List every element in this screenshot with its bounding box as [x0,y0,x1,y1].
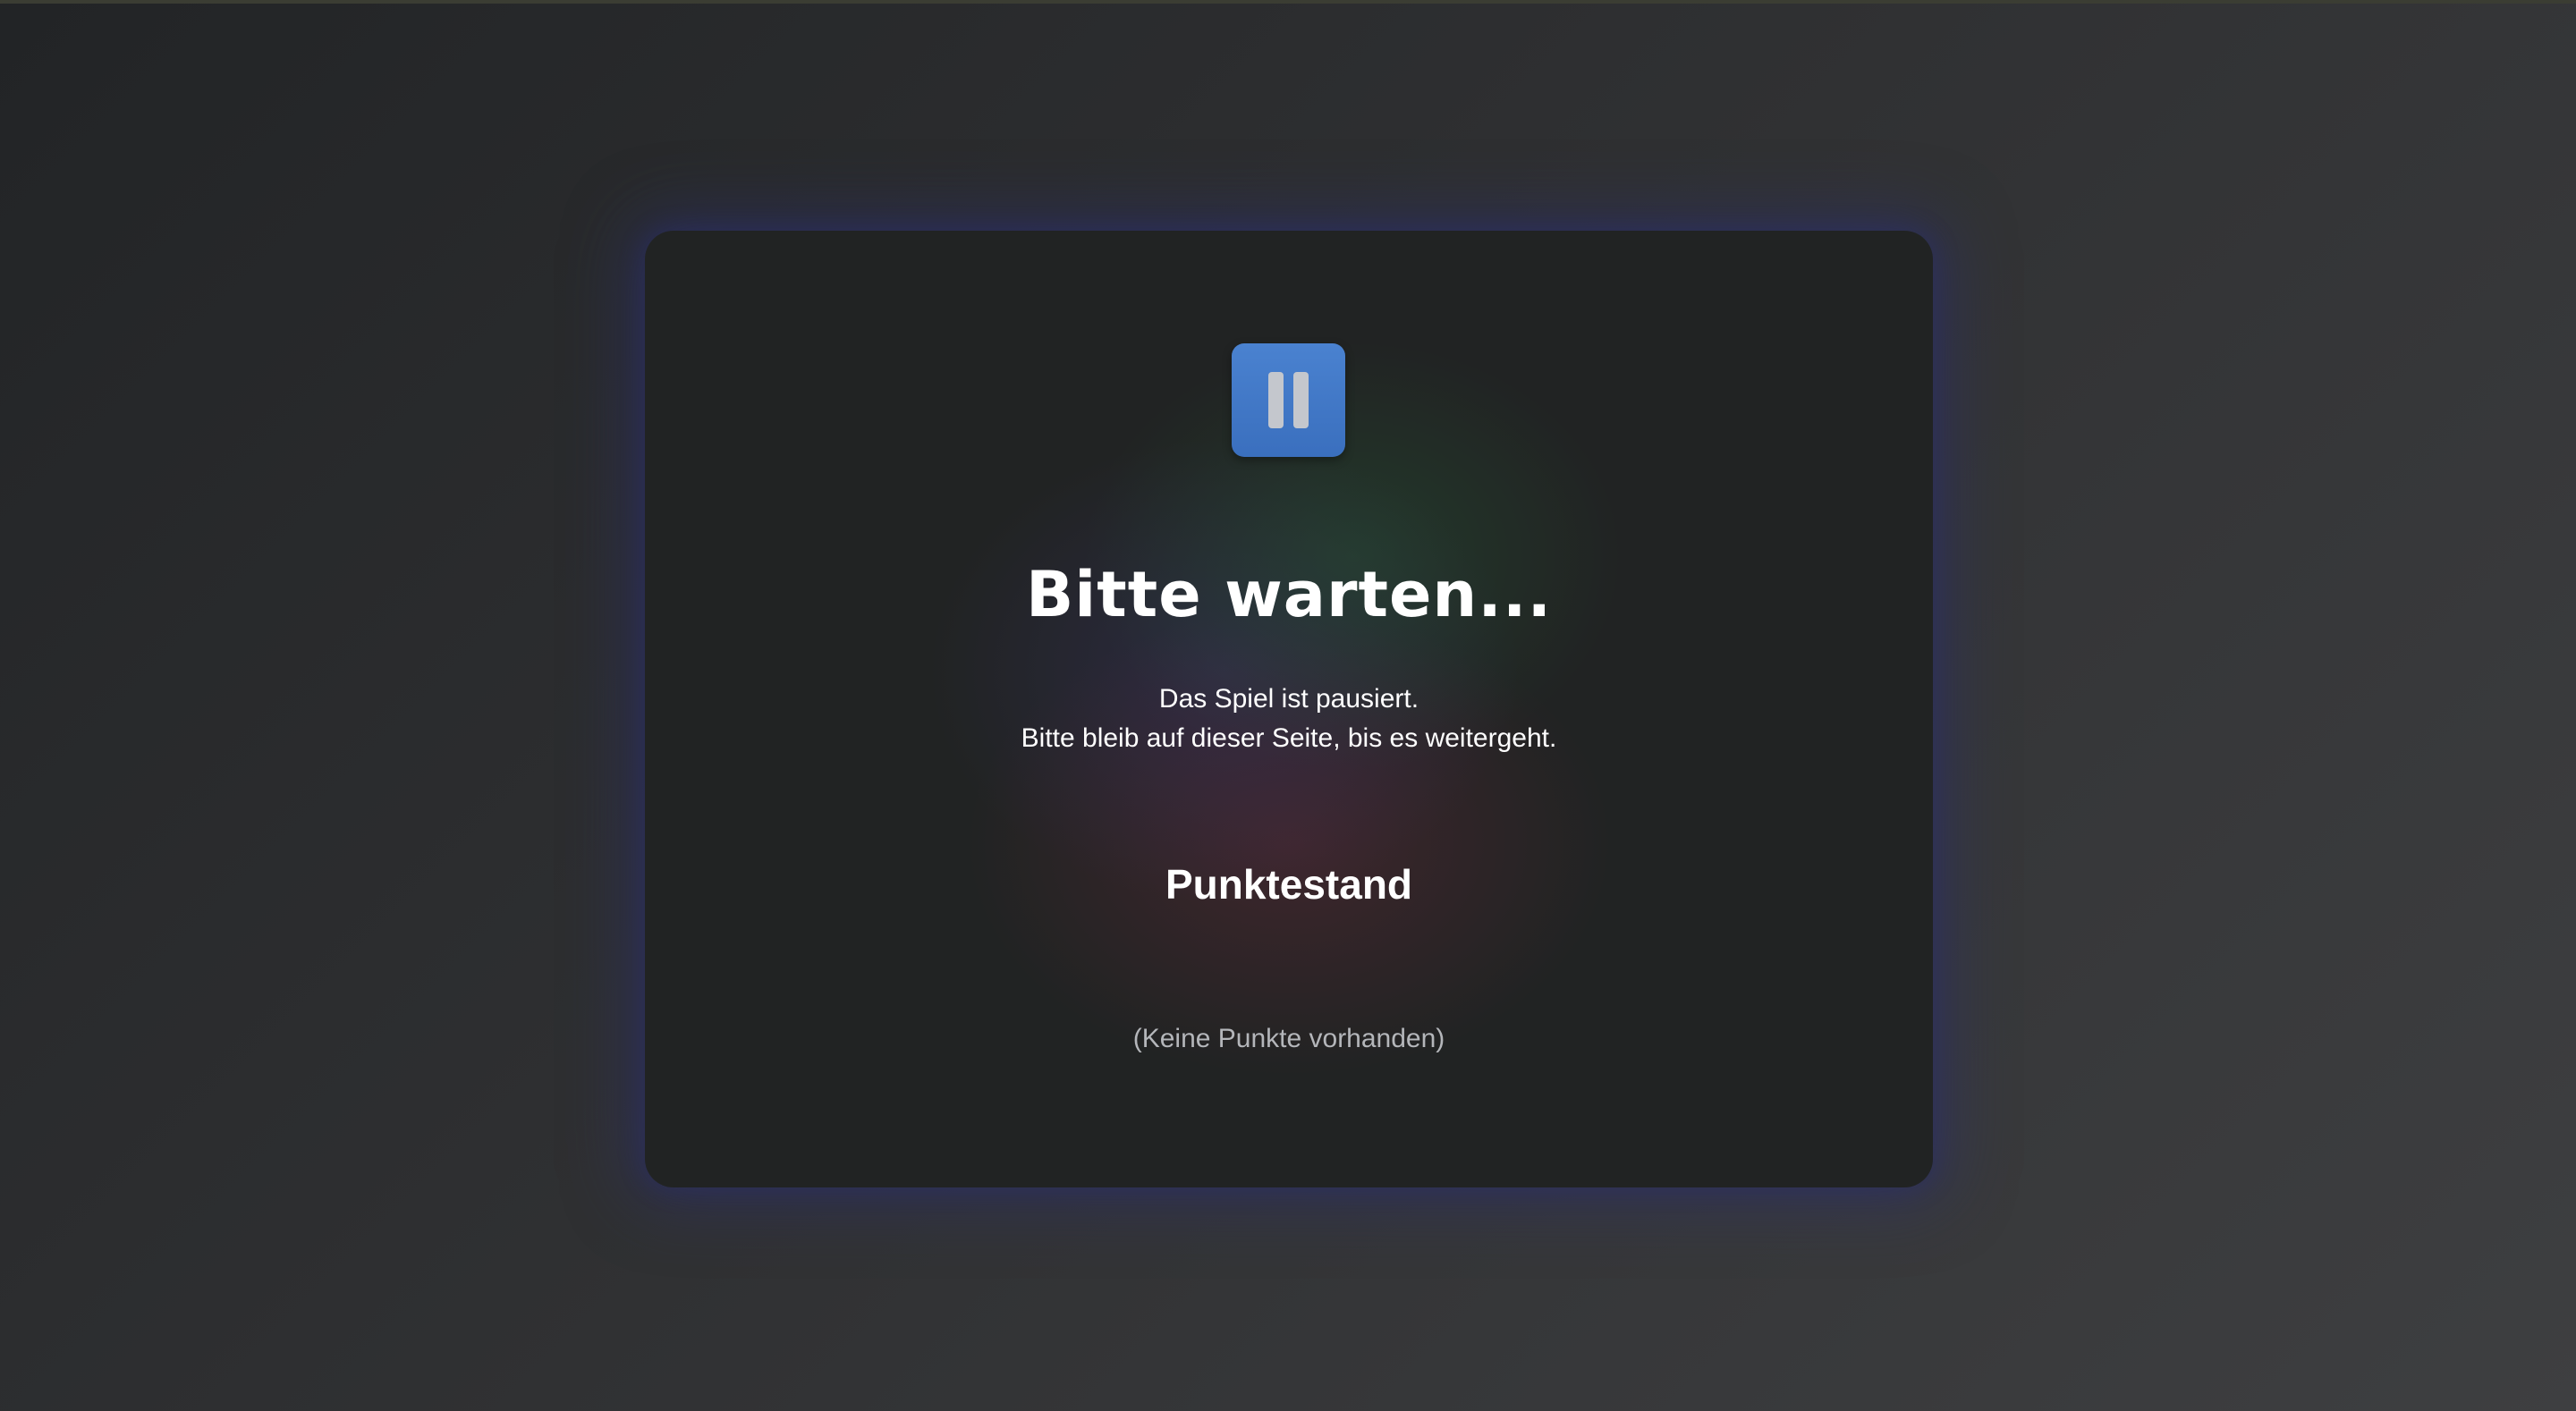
pause-icon [1232,343,1345,457]
pause-message-line-1: Das Spiel ist pausiert. [1158,684,1419,714]
pause-message-line-2: Bitte bleib auf dieser Seite, bis es wei… [1021,723,1557,753]
scoreboard-empty-text: (Keine Punkte vorhanden) [1132,1024,1445,1053]
pause-card: Bitte warten... Das Spiel ist pausiert. … [645,231,1933,1187]
page-title: Bitte warten... [1025,558,1553,631]
top-strip [0,0,2576,4]
pause-message: Das Spiel ist pausiert. Bitte bleib auf … [645,680,1933,758]
scoreboard-heading: Punktestand [1165,861,1413,908]
pause-bar-left [1268,372,1284,428]
pause-bar-right [1293,372,1309,428]
